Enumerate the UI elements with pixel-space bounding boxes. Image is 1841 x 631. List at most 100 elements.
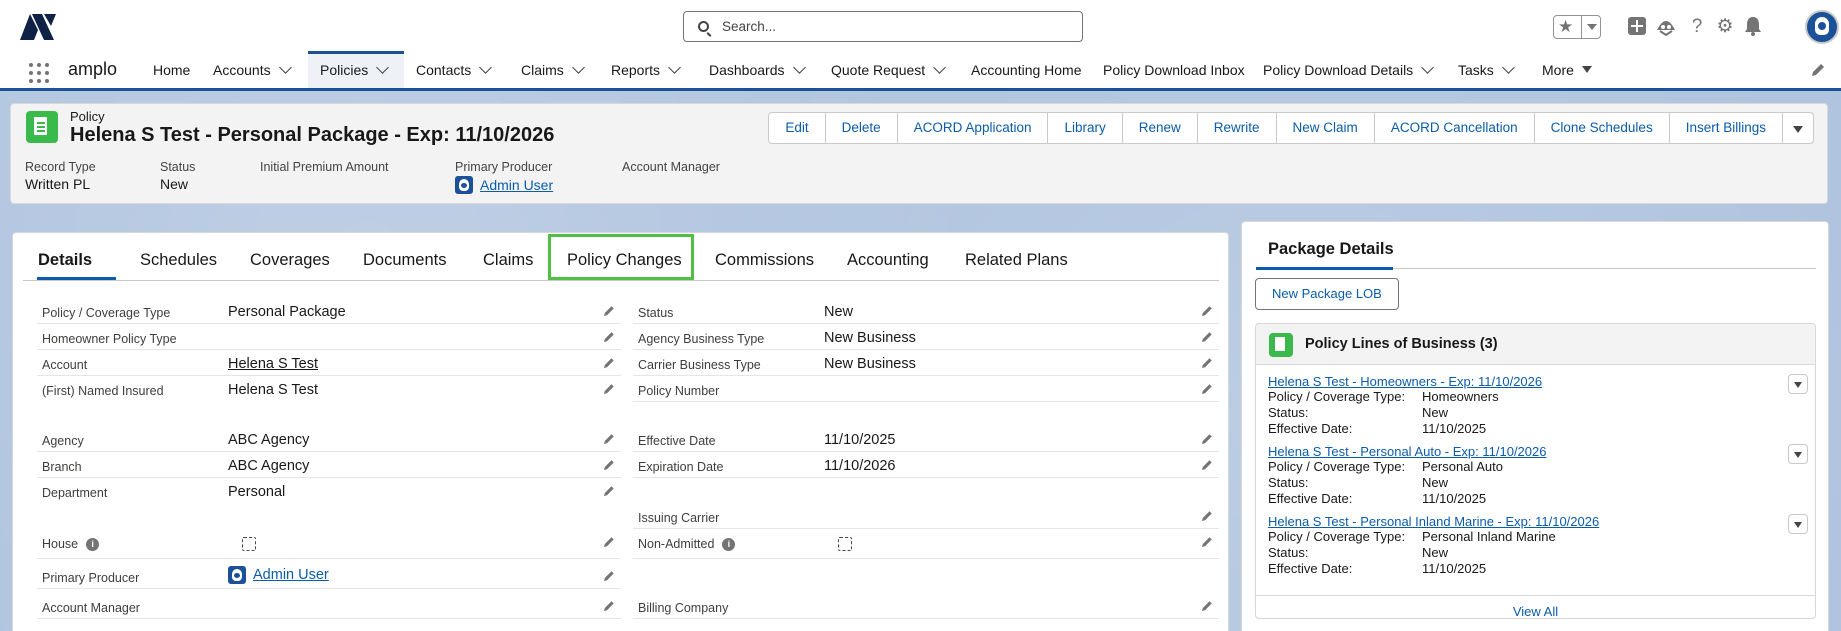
pencil-icon[interactable] bbox=[1201, 331, 1213, 343]
pencil-icon[interactable] bbox=[1201, 305, 1213, 317]
nav-item-quote-request[interactable]: Quote Request bbox=[831, 51, 947, 88]
edit-nav-pencil-icon[interactable] bbox=[1811, 63, 1825, 77]
pencil-icon[interactable] bbox=[1201, 510, 1213, 522]
global-header: Search... ★ ? ⚙ bbox=[0, 0, 1841, 51]
delete-button[interactable]: Delete bbox=[824, 112, 898, 144]
field-house: House i bbox=[37, 529, 621, 559]
pencil-icon[interactable] bbox=[603, 305, 615, 317]
rewrite-button[interactable]: Rewrite bbox=[1196, 112, 1277, 144]
field-issuing-carrier: Issuing Carrier bbox=[633, 503, 1219, 529]
clone-schedules-button[interactable]: Clone Schedules bbox=[1533, 112, 1670, 144]
caret-down-icon[interactable] bbox=[1581, 66, 1592, 73]
pencil-icon[interactable] bbox=[1201, 600, 1213, 612]
entity-type-label: Policy bbox=[70, 109, 105, 124]
primary-producer-link[interactable]: Admin User bbox=[480, 177, 553, 193]
row-actions-dropdown[interactable] bbox=[1788, 514, 1808, 534]
info-icon[interactable]: i bbox=[86, 538, 100, 552]
edit-button[interactable]: Edit bbox=[768, 112, 826, 144]
insert-billings-button[interactable]: Insert Billings bbox=[1668, 112, 1783, 144]
favorites-dropdown-icon[interactable] bbox=[1581, 16, 1601, 38]
policy-line-link[interactable]: Helena S Test - Personal Auto - Exp: 11/… bbox=[1268, 444, 1546, 459]
chevron-down-icon[interactable] bbox=[278, 61, 292, 74]
more-actions-dropdown-button[interactable] bbox=[1782, 112, 1814, 144]
pencil-icon[interactable] bbox=[603, 383, 615, 395]
nav-item-policies[interactable]: Policies bbox=[308, 51, 404, 88]
chevron-down-icon[interactable] bbox=[668, 61, 681, 74]
tab-accounting[interactable]: Accounting bbox=[847, 251, 929, 270]
pencil-icon[interactable] bbox=[603, 433, 615, 445]
chevron-down-icon[interactable] bbox=[933, 61, 947, 74]
record-detail-card: Details Schedules Coverages Documents Cl… bbox=[12, 232, 1229, 631]
pencil-icon[interactable] bbox=[1201, 433, 1213, 445]
pencil-icon[interactable] bbox=[1201, 536, 1213, 548]
nav-item-dashboards[interactable]: Dashboards bbox=[709, 51, 806, 88]
pencil-icon[interactable] bbox=[603, 570, 615, 582]
field-account-manager: Account Manager bbox=[37, 593, 621, 619]
acord-application-button[interactable]: ACORD Application bbox=[896, 112, 1049, 144]
chevron-down-icon[interactable] bbox=[376, 61, 390, 74]
account-link[interactable]: Helena S Test bbox=[228, 356, 318, 372]
chevron-down-icon[interactable] bbox=[1421, 61, 1435, 74]
pencil-icon[interactable] bbox=[1201, 357, 1213, 369]
nav-item-reports[interactable]: Reports bbox=[611, 51, 681, 88]
tab-related-plans[interactable]: Related Plans bbox=[965, 251, 1068, 270]
tab-claims[interactable]: Claims bbox=[483, 251, 533, 270]
bell-icon[interactable] bbox=[1742, 16, 1764, 38]
view-all-link[interactable]: View All bbox=[1256, 595, 1815, 619]
gear-icon[interactable]: ⚙ bbox=[1714, 16, 1736, 38]
pencil-icon[interactable] bbox=[603, 357, 615, 369]
global-search-input[interactable]: Search... bbox=[683, 11, 1083, 42]
favorites-button[interactable]: ★ bbox=[1553, 15, 1601, 39]
nav-item-home[interactable]: Home bbox=[153, 51, 190, 88]
chevron-down-icon[interactable] bbox=[571, 61, 585, 74]
pencil-icon[interactable] bbox=[1201, 459, 1213, 471]
pencil-icon[interactable] bbox=[603, 536, 615, 548]
pencil-icon[interactable] bbox=[603, 600, 615, 612]
acord-cancellation-button[interactable]: ACORD Cancellation bbox=[1373, 112, 1535, 144]
nav-item-contacts[interactable]: Contacts bbox=[416, 51, 493, 88]
chevron-down-icon[interactable] bbox=[792, 61, 806, 74]
pencil-icon[interactable] bbox=[603, 485, 615, 497]
new-package-lob-button[interactable]: New Package LOB bbox=[1255, 278, 1399, 310]
new-claim-button[interactable]: New Claim bbox=[1275, 112, 1375, 144]
chevron-down-icon[interactable] bbox=[479, 61, 493, 74]
nav-item-accounts[interactable]: Accounts bbox=[213, 51, 292, 88]
renew-button[interactable]: Renew bbox=[1121, 112, 1198, 144]
highlight-account-manager: Account Manager bbox=[622, 160, 720, 174]
primary-producer-field-link[interactable]: Admin User bbox=[253, 567, 329, 583]
app-launcher-icon[interactable] bbox=[29, 63, 51, 85]
chevron-down-icon[interactable] bbox=[1501, 61, 1515, 74]
trailhead-icon[interactable] bbox=[1655, 16, 1677, 38]
tab-schedules[interactable]: Schedules bbox=[140, 251, 217, 270]
row-actions-dropdown[interactable] bbox=[1788, 444, 1808, 464]
nav-item-policy-download-details[interactable]: Policy Download Details bbox=[1263, 51, 1435, 88]
policy-line-link[interactable]: Helena S Test - Homeowners - Exp: 11/10/… bbox=[1268, 374, 1542, 389]
tab-package-details[interactable]: Package Details bbox=[1268, 240, 1394, 259]
related-list-title[interactable]: Policy Lines of Business (3) bbox=[1305, 336, 1498, 352]
field-department: Department Personal bbox=[37, 478, 621, 504]
nav-item-tasks[interactable]: Tasks bbox=[1458, 51, 1515, 88]
search-icon bbox=[698, 21, 709, 32]
pencil-icon[interactable] bbox=[603, 459, 615, 471]
help-icon[interactable]: ? bbox=[1686, 16, 1708, 38]
nav-item-policy-download-inbox[interactable]: Policy Download Inbox bbox=[1103, 51, 1245, 88]
tab-details[interactable]: Details bbox=[38, 251, 92, 270]
global-create-icon[interactable] bbox=[1626, 16, 1648, 38]
policy-line-link[interactable]: Helena S Test - Personal Inland Marine -… bbox=[1268, 514, 1599, 529]
header-utility-icons: ★ ? ⚙ bbox=[1541, 10, 1841, 44]
row-actions-dropdown[interactable] bbox=[1788, 374, 1808, 394]
nav-item-claims[interactable]: Claims bbox=[521, 51, 585, 88]
pencil-icon[interactable] bbox=[1201, 383, 1213, 395]
app-nav-bar: amplo Home Accounts Policies Contacts Cl… bbox=[0, 51, 1841, 91]
tab-documents[interactable]: Documents bbox=[363, 251, 446, 270]
tab-commissions[interactable]: Commissions bbox=[715, 251, 814, 270]
info-icon[interactable]: i bbox=[722, 538, 736, 552]
amplo-logo[interactable] bbox=[18, 12, 58, 42]
user-avatar[interactable] bbox=[1805, 10, 1839, 44]
nav-item-accounting-home[interactable]: Accounting Home bbox=[971, 51, 1082, 88]
field-primary-producer: Primary Producer Admin User bbox=[37, 563, 621, 589]
pencil-icon[interactable] bbox=[603, 331, 615, 343]
nav-item-more[interactable]: More bbox=[1542, 51, 1592, 88]
library-button[interactable]: Library bbox=[1047, 112, 1123, 144]
tab-coverages[interactable]: Coverages bbox=[250, 251, 330, 270]
